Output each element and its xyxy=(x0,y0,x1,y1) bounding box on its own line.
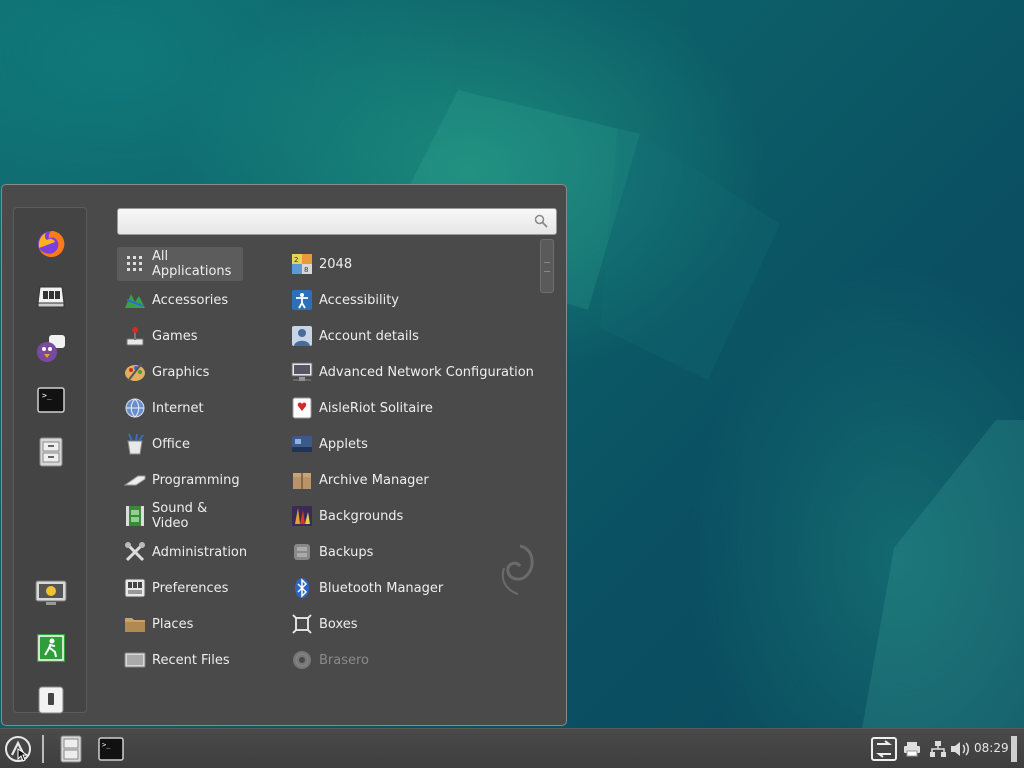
menu-button[interactable] xyxy=(3,734,33,764)
category-office[interactable]: Office xyxy=(117,427,243,461)
debian-swirl-icon xyxy=(501,544,534,595)
category-recent-files[interactable]: Recent Files xyxy=(117,643,243,677)
clock[interactable]: 08:29 xyxy=(974,741,1009,755)
category-sound-video[interactable]: Sound & Video xyxy=(117,499,243,533)
category-games[interactable]: Games xyxy=(117,319,243,353)
category-label: All Applications xyxy=(152,249,232,279)
category-label: Internet xyxy=(152,400,204,416)
shutdown-icon[interactable] xyxy=(35,684,67,716)
search-box[interactable] xyxy=(117,208,557,235)
applets-icon xyxy=(291,433,313,455)
category-label: Programming xyxy=(152,472,240,488)
app-archive-manager[interactable]: Archive Manager xyxy=(284,463,534,497)
programming-icon xyxy=(124,469,146,491)
category-label: Accessories xyxy=(152,292,229,308)
backups-icon xyxy=(291,541,313,563)
account-icon xyxy=(291,325,313,347)
backgrounds-icon xyxy=(291,505,313,527)
app-label: Account details xyxy=(319,328,419,344)
grid-icon xyxy=(124,253,146,275)
accessibility-icon xyxy=(291,289,313,311)
graphics-icon xyxy=(124,361,146,383)
volume-icon[interactable] xyxy=(945,734,975,764)
firefox-icon[interactable] xyxy=(35,228,67,260)
app-label: Accessibility xyxy=(319,292,399,308)
recent-files-icon xyxy=(124,649,146,671)
svg-text:>_: >_ xyxy=(102,741,111,749)
app-label: Advanced Network Configuration xyxy=(319,364,534,380)
app-label: 2048 xyxy=(319,256,353,272)
category-label: Recent Files xyxy=(152,652,230,668)
search-input[interactable] xyxy=(124,212,528,233)
category-preferences[interactable]: Preferences xyxy=(117,571,243,605)
category-label: Administration xyxy=(152,544,248,560)
software-manager-icon[interactable] xyxy=(35,280,67,312)
terminal-icon[interactable]: >_ xyxy=(35,384,67,416)
archive-icon xyxy=(291,469,313,491)
app-label: AisleRiot Solitaire xyxy=(319,400,433,416)
category-label: Office xyxy=(152,436,190,452)
application-menu: >_ All Applications Accessories Games Gr… xyxy=(1,184,567,726)
network-config-icon xyxy=(291,361,313,383)
svg-text:2: 2 xyxy=(294,256,298,264)
app-accessibility[interactable]: Accessibility xyxy=(284,283,534,317)
app-aisleriot-solitaire[interactable]: AisleRiot Solitaire xyxy=(284,391,534,425)
folder-icon xyxy=(124,613,146,635)
app-label: Backgrounds xyxy=(319,508,404,524)
svg-text:8: 8 xyxy=(304,266,308,274)
accessories-icon xyxy=(124,289,146,311)
scrollbar-thumb[interactable] xyxy=(540,239,554,293)
category-places[interactable]: Places xyxy=(117,607,243,641)
app-label: Backups xyxy=(319,544,374,560)
logout-icon[interactable] xyxy=(35,632,67,664)
taskbar: >_ 08:29 xyxy=(0,728,1024,768)
file-manager-icon[interactable] xyxy=(35,436,67,468)
administration-icon xyxy=(124,541,146,563)
panel-file-manager-icon[interactable] xyxy=(56,734,86,764)
app-label: Boxes xyxy=(319,616,358,632)
category-programming[interactable]: Programming xyxy=(117,463,243,497)
category-graphics[interactable]: Graphics xyxy=(117,355,243,389)
svg-text:>_: >_ xyxy=(42,391,52,400)
pidgin-icon[interactable] xyxy=(35,332,67,364)
preferences-icon xyxy=(124,577,146,599)
category-label: Places xyxy=(152,616,194,632)
category-administration[interactable]: Administration xyxy=(117,535,247,569)
app-brasero[interactable]: Brasero xyxy=(284,643,534,677)
brasero-icon xyxy=(291,649,313,671)
boxes-icon xyxy=(291,613,313,635)
search-icon xyxy=(534,214,550,230)
category-label: Sound & Video xyxy=(152,501,208,531)
app-2048[interactable]: 28 2048 xyxy=(284,247,534,281)
update-manager-icon[interactable] xyxy=(869,734,899,764)
app-advanced-network-configuration[interactable]: Advanced Network Configuration xyxy=(284,355,534,389)
category-label: Graphics xyxy=(152,364,210,380)
show-desktop-button[interactable] xyxy=(1006,734,1022,764)
app-applets[interactable]: Applets xyxy=(284,427,534,461)
category-label: Preferences xyxy=(152,580,229,596)
app-backgrounds[interactable]: Backgrounds xyxy=(284,499,534,533)
category-internet[interactable]: Internet xyxy=(117,391,243,425)
category-label: Games xyxy=(152,328,198,344)
bluetooth-icon xyxy=(291,577,313,599)
favorites-sidebar: >_ xyxy=(13,207,87,716)
category-accessories[interactable]: Accessories xyxy=(117,283,243,317)
app-label: Bluetooth Manager xyxy=(319,580,444,596)
solitaire-icon xyxy=(291,397,313,419)
app-account-details[interactable]: Account details xyxy=(284,319,534,353)
panel-separator xyxy=(42,735,44,763)
category-all-applications[interactable]: All Applications xyxy=(117,247,243,281)
lock-screen-icon[interactable] xyxy=(35,578,67,610)
office-icon xyxy=(124,433,146,455)
sound-video-icon xyxy=(124,505,146,527)
app-label: Brasero xyxy=(319,652,370,668)
game-2048-icon: 28 xyxy=(291,253,313,275)
app-label: Applets xyxy=(319,436,368,452)
internet-icon xyxy=(124,397,146,419)
panel-terminal-icon[interactable]: >_ xyxy=(96,734,126,764)
games-icon xyxy=(124,325,146,347)
app-boxes[interactable]: Boxes xyxy=(284,607,534,641)
app-label: Archive Manager xyxy=(319,472,429,488)
